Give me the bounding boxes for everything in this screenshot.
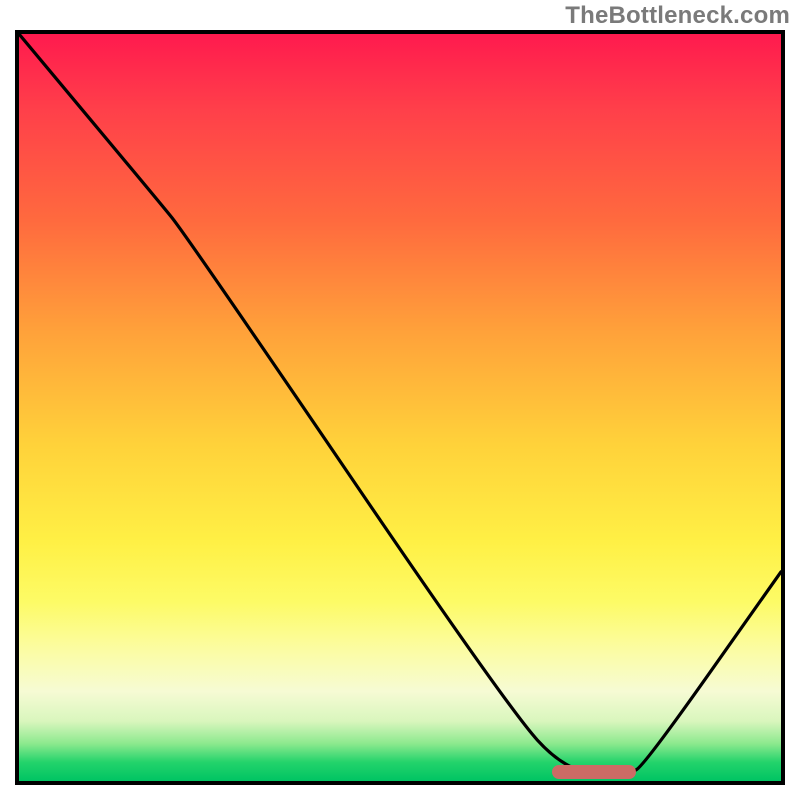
plot-area [15, 30, 785, 785]
watermark-text: TheBottleneck.com [565, 2, 790, 30]
chart-container: TheBottleneck.com [0, 0, 800, 800]
curve-path [19, 34, 781, 774]
optimal-range-marker [552, 765, 636, 779]
bottleneck-curve [19, 34, 781, 781]
